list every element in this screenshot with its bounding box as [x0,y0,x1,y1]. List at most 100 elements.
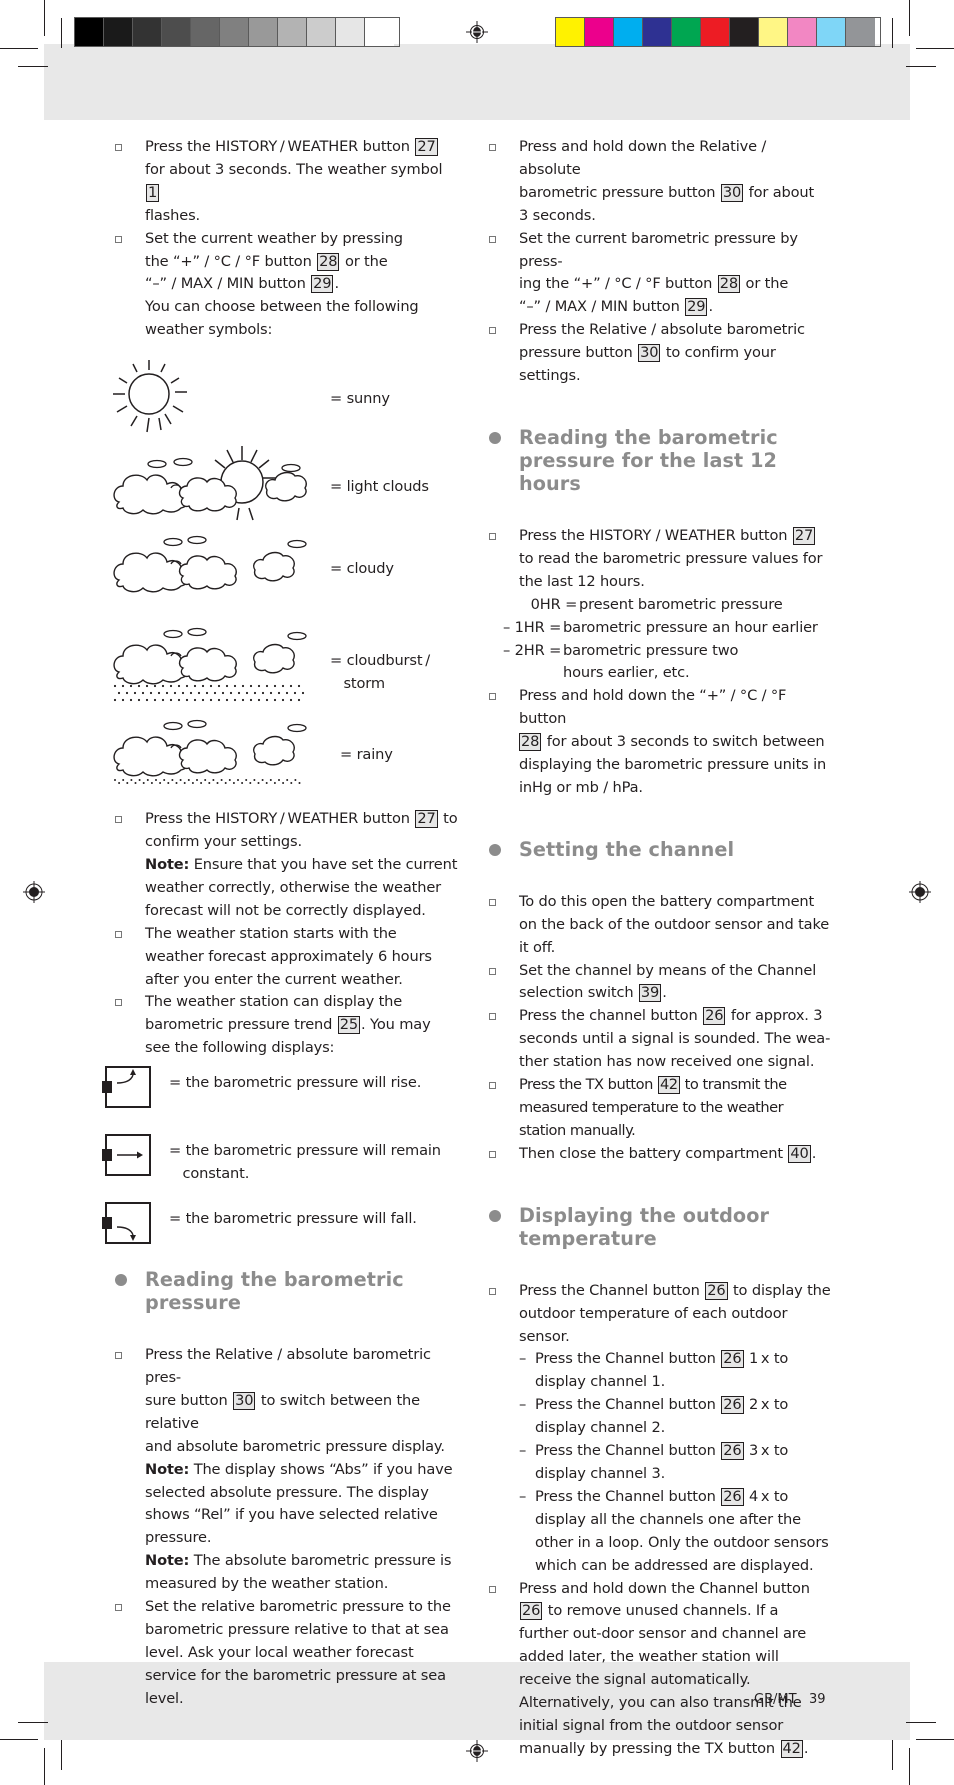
ref-number: 26 [705,1281,728,1300]
checkbox-bullet-icon [115,144,122,151]
storm-drop [169,685,173,688]
checkbox-bullet-icon [115,999,122,1007]
color-swatch [162,18,191,46]
storm-drop [289,699,293,702]
text: inHg or mb / hPa. [519,778,643,796]
crop-mark [906,66,936,67]
instruction-item: Press and hold down the Channel button 2… [487,1578,832,1761]
checkbox-bullet-icon [489,327,496,335]
color-swatch [104,18,133,46]
ref-number: 29 [311,275,334,294]
crop-mark [44,0,45,36]
storm-drop [121,685,125,688]
pressure-trend-row: = the barometric pressure will fall. [102,1202,458,1262]
hour-key: – 2HR = [503,641,562,659]
rainy-icon [111,718,321,785]
storm-drop [185,685,189,688]
text: Press the Channel button [535,1396,721,1414]
storm-drop [205,692,209,695]
ref-number: 30 [720,183,744,202]
rain-drop [150,782,153,785]
text: You can choose between the following [145,298,419,316]
storm-drop [289,685,293,688]
storm-drop [269,692,273,695]
storm-drop [149,692,153,695]
crop-mark [916,48,954,49]
rain-drop [122,779,125,782]
storm-drop [281,685,285,688]
checkbox-bullet-icon [489,1585,496,1593]
pressure-rise-icon [102,1066,151,1109]
storm-drop [177,699,181,702]
text: or the [340,252,388,270]
checkbox-bullet-icon [115,816,122,824]
storm-drop [241,685,245,688]
text: Press the HISTORY / WEATHER button [145,810,415,828]
registration-mark-icon [466,21,488,43]
rain-drop [146,779,149,782]
instruction-item: Set the current weather by pressing the … [113,228,458,343]
rain-drop [167,782,170,785]
crop-mark [61,1740,62,1770]
checkbox-bullet-icon [489,1082,496,1090]
note-label: Note: [145,855,190,873]
text: Press the Relative / absolute barometric… [145,1346,431,1387]
checkbox-bullet-icon [489,144,496,151]
ref-number: 29 [685,298,708,317]
color-swatch [365,18,394,46]
rain-drop [191,782,194,785]
checkbox-bullet-icon [489,532,496,540]
instruction-item: Press the channel button 26 for approx. … [487,1005,832,1074]
crop-mark [0,48,38,49]
note-text: The absolute barometric pressure is meas… [145,1552,452,1593]
storm-drop [265,685,269,688]
text: Then close the battery compartment [519,1144,788,1162]
ref-number: 26 [721,1487,744,1506]
ref-number: 27 [415,138,438,156]
ref-number: 25 [337,1016,361,1035]
heading-text: Setting the channel [519,837,735,861]
process-color-bar [555,17,881,47]
ref-number: 28 [317,252,340,271]
checkbox-bullet-icon [115,1604,122,1612]
instruction-item: Set the relative barometric pressure to … [113,1596,458,1711]
storm-drop [273,685,277,688]
rain-drop [114,779,116,782]
rain-drop [175,782,178,785]
storm-drop [249,699,253,702]
rain-drop [187,779,190,782]
text: Press the channel button [519,1007,703,1025]
crop-mark [0,1739,38,1740]
section-heading: Setting the channel [487,838,832,861]
text: pressure button [519,344,638,362]
text: the last 12 hours. [519,572,645,590]
instruction-item: Press the HISTORY / WEATHER button 27 to… [113,808,458,923]
storm-drop [173,692,177,695]
color-swatch [730,18,759,46]
storm-drop [237,692,241,695]
checkbox-bullet-icon [115,1352,122,1360]
instruction-item: Press and hold down the Relative / absol… [487,136,832,228]
trend-label: = the barometric pressure will fall. [169,1210,417,1228]
light-clouds-icon [113,446,307,521]
text: Set the relative barometric pressure to … [145,1598,451,1707]
text: “–” / MAX / MIN button [519,298,685,316]
rain-drop [237,779,239,782]
storm-drop [293,692,297,695]
rain-drop [257,782,260,785]
storm-drop [113,685,117,688]
rain-drop [155,779,157,782]
storm-drop [281,699,285,702]
weather-symbol-label: = cloudy [330,560,394,578]
rain-drop [261,779,264,782]
hour-value: barometric pressure an hour earlier [563,618,818,636]
color-swatch [585,18,614,46]
text: ing the “+” / °C / °F button [519,275,717,293]
hour-row: – 1HR = barometric pressure an hour earli… [503,617,832,640]
text: for about 3 seconds. The weather symbol [145,160,443,178]
ref-number: 26 [520,1602,543,1621]
checkbox-bullet-icon [489,1150,496,1158]
storm-drop [185,699,189,702]
ref-number: 26 [703,1007,726,1026]
weather-symbol-label: = light clouds [330,478,429,496]
